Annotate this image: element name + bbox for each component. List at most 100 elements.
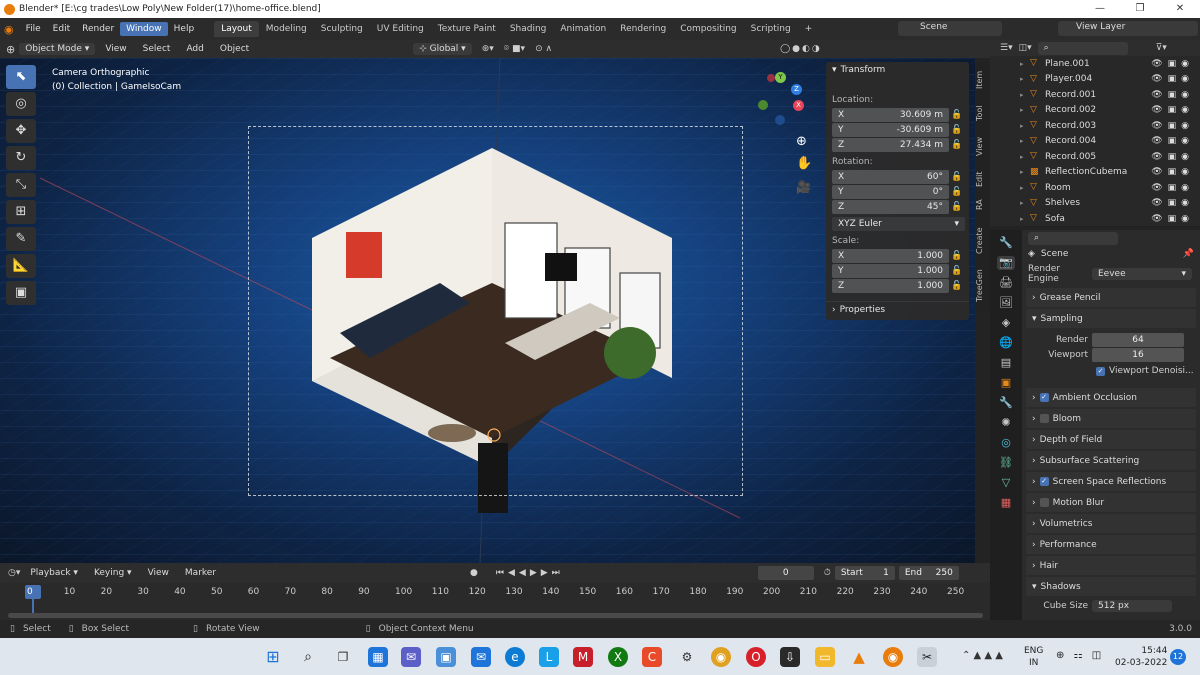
- menu-file[interactable]: File: [20, 22, 47, 36]
- visibility-icons[interactable]: 👁▣◉: [1151, 167, 1194, 177]
- playback-menu[interactable]: Playback ▾: [24, 566, 84, 580]
- render-samples-field[interactable]: 64: [1092, 332, 1184, 347]
- collection-tab-icon[interactable]: ▤: [997, 356, 1015, 370]
- object-mode-dropdown[interactable]: Object Mode ▾: [19, 43, 96, 55]
- record-icon[interactable]: ●: [470, 568, 478, 578]
- rotation-z-field[interactable]: Z 45°: [832, 199, 949, 214]
- gizmo-neg-y-icon[interactable]: [758, 100, 768, 110]
- tab-shading[interactable]: Shading: [503, 21, 554, 37]
- snip-tool-icon[interactable]: ✂: [917, 647, 937, 667]
- language-indicator[interactable]: ENG IN: [1024, 645, 1043, 669]
- timeline-scrollbar[interactable]: [8, 613, 983, 618]
- lock-icon[interactable]: 🔓: [949, 251, 965, 261]
- close-icon[interactable]: ✕: [1160, 0, 1200, 18]
- chrome-icon[interactable]: ◉: [711, 647, 731, 667]
- viewport-editor-icon[interactable]: ⊕: [6, 43, 15, 56]
- widgets-icon[interactable]: ▦: [368, 647, 388, 667]
- snap-icon[interactable]: ⌾ ■▾: [504, 44, 525, 54]
- menu-object[interactable]: Object: [214, 42, 255, 56]
- start-frame-field[interactable]: Start 1: [834, 566, 895, 580]
- filter-icon[interactable]: ⊽▾: [1156, 43, 1167, 53]
- downloader-icon[interactable]: ⇩: [780, 647, 800, 667]
- scale-tool-icon[interactable]: ⤡: [6, 173, 36, 197]
- tab-view[interactable]: View: [975, 134, 990, 160]
- list-item[interactable]: ▸ ▽ Player.004 👁▣◉: [990, 72, 1200, 88]
- network-volume-battery-icons[interactable]: ⊕ ⚏ ◫: [1056, 650, 1104, 661]
- scene-tab-icon[interactable]: ◈: [997, 316, 1015, 330]
- tab-layout[interactable]: Layout: [214, 21, 259, 37]
- timeline-editor-icon[interactable]: ◷▾: [8, 568, 20, 578]
- visibility-icons[interactable]: 👁▣◉: [1151, 105, 1194, 115]
- checkbox-icon[interactable]: ✓: [1039, 393, 1049, 402]
- render-engine-dropdown[interactable]: Eevee ▾: [1092, 268, 1192, 280]
- select-box-tool-icon[interactable]: ⬉: [6, 65, 36, 89]
- proportional-edit-icon[interactable]: ⊙ ∧: [535, 44, 552, 54]
- mcafee-icon[interactable]: M: [573, 647, 593, 667]
- texture-tab-icon[interactable]: ▦: [997, 496, 1015, 510]
- search-icon[interactable]: ⌕: [298, 647, 318, 667]
- tab-item[interactable]: Item: [975, 66, 990, 94]
- render-tab-icon[interactable]: 📷: [997, 256, 1015, 270]
- menu-help[interactable]: Help: [168, 22, 201, 36]
- pan-hand-icon[interactable]: ✋: [796, 156, 812, 171]
- menu-render[interactable]: Render: [76, 22, 120, 36]
- particles-tab-icon[interactable]: ✺: [997, 416, 1015, 430]
- view-layer-tab-icon[interactable]: 🖼: [997, 296, 1015, 310]
- modifier-tab-icon[interactable]: 🔧: [997, 396, 1015, 410]
- performance-section[interactable]: › Performance: [1026, 535, 1196, 554]
- maximize-icon[interactable]: ❐: [1120, 0, 1160, 18]
- subsurface-scattering-section[interactable]: › Subsurface Scattering: [1026, 451, 1196, 470]
- tab-modeling[interactable]: Modeling: [259, 21, 314, 37]
- display-mode-icon[interactable]: ◫▾: [1019, 43, 1032, 53]
- keying-menu[interactable]: Keying ▾: [88, 566, 138, 580]
- scene-selector[interactable]: Scene: [898, 21, 1002, 36]
- visibility-icons[interactable]: 👁▣◉: [1151, 198, 1194, 208]
- object-data-tab-icon[interactable]: ▽: [997, 476, 1015, 490]
- checkbox-icon[interactable]: ✓: [1096, 366, 1105, 376]
- photos-icon[interactable]: ▣: [436, 647, 456, 667]
- viewport-samples-field[interactable]: 16: [1092, 347, 1184, 362]
- tab-ra[interactable]: RA: [975, 196, 990, 214]
- list-item[interactable]: ▸ ▽ Sofa 👁▣◉: [990, 211, 1200, 226]
- pivot-icon[interactable]: ⊛▾: [482, 44, 494, 54]
- grease-pencil-section[interactable]: › Grease Pencil: [1026, 288, 1196, 307]
- edge-icon[interactable]: e: [505, 647, 525, 667]
- menu-window[interactable]: Window: [120, 22, 168, 36]
- list-item[interactable]: ▸ ▽ Room 👁▣◉: [990, 180, 1200, 196]
- menu-select[interactable]: Select: [137, 42, 177, 56]
- blender-taskbar-icon[interactable]: ◉: [883, 647, 903, 667]
- notification-badge[interactable]: 12: [1170, 649, 1186, 665]
- playback-controls[interactable]: ⏮◀◀▶▶⏭: [496, 568, 564, 578]
- rotation-x-field[interactable]: X 60°: [832, 169, 949, 184]
- editor-type-icon[interactable]: ◉: [4, 23, 14, 36]
- screen-space-reflections-section[interactable]: › ✓ Screen Space Reflections: [1026, 472, 1196, 491]
- list-item[interactable]: ▸ ▩ ReflectionCubema 👁▣◉: [990, 165, 1200, 181]
- rotate-tool-icon[interactable]: ↻: [6, 146, 36, 170]
- world-tab-icon[interactable]: 🌐: [997, 336, 1015, 350]
- stopwatch-icon[interactable]: ⏱: [824, 568, 831, 578]
- transform-tool-icon[interactable]: ⊞: [6, 200, 36, 224]
- depth-of-field-section[interactable]: › Depth of Field: [1026, 430, 1196, 449]
- launcher-icon[interactable]: L: [539, 647, 559, 667]
- lock-icon[interactable]: 🔓: [949, 187, 965, 197]
- tab-uv-editing[interactable]: UV Editing: [370, 21, 431, 37]
- clock[interactable]: 15:44 02-03-2022: [1115, 645, 1167, 669]
- constraints-tab-icon[interactable]: ⛓: [997, 456, 1015, 470]
- properties-header[interactable]: › Properties: [826, 301, 969, 317]
- gizmo-z-axis-icon[interactable]: Z: [791, 84, 802, 95]
- rotation-y-field[interactable]: Y 0°: [832, 184, 949, 199]
- current-frame-field[interactable]: 0: [757, 566, 814, 580]
- gizmo-x-axis-icon[interactable]: X: [793, 100, 804, 111]
- gizmo-neg-z-icon[interactable]: [775, 115, 785, 125]
- outliner-editor-icon[interactable]: ☰▾: [1000, 43, 1013, 53]
- measure-tool-icon[interactable]: 📐: [6, 254, 36, 278]
- visibility-icons[interactable]: 👁▣◉: [1151, 59, 1194, 69]
- move-tool-icon[interactable]: ✥: [6, 119, 36, 143]
- visibility-icons[interactable]: 👁▣◉: [1151, 152, 1194, 162]
- lock-icon[interactable]: 🔓: [949, 202, 965, 212]
- menu-edit[interactable]: Edit: [47, 22, 76, 36]
- timeline-view-menu[interactable]: View: [142, 566, 175, 580]
- minimize-icon[interactable]: —: [1080, 0, 1120, 18]
- opera-icon[interactable]: O: [746, 647, 766, 667]
- visibility-icons[interactable]: 👁▣◉: [1151, 90, 1194, 100]
